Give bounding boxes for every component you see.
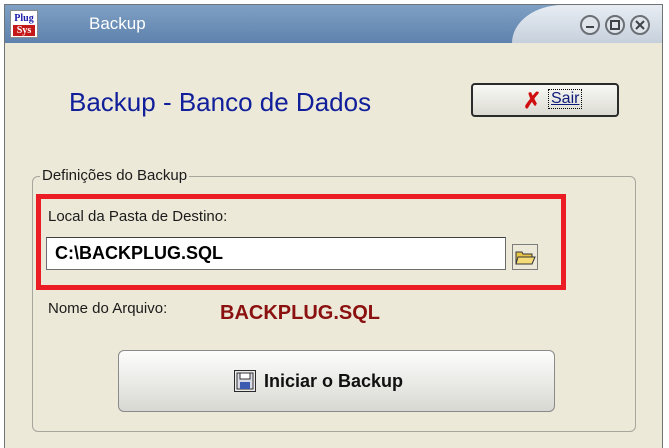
filename-value: BACKPLUG.SQL [220, 302, 380, 324]
close-icon[interactable] [630, 15, 650, 35]
filename-label: Nome do Arquivo: [48, 300, 168, 317]
maximize-icon[interactable] [605, 15, 625, 35]
destination-path-input[interactable] [46, 237, 506, 270]
title-bar[interactable]: Plug Sys Backup [5, 5, 662, 43]
destination-folder-label: Local da Pasta de Destino: [48, 208, 228, 225]
browse-folder-button[interactable] [512, 244, 538, 270]
start-backup-label: Iniciar o Backup [264, 371, 404, 391]
open-folder-icon [515, 251, 536, 265]
save-disk-icon [234, 370, 256, 392]
start-backup-button[interactable]: Iniciar o Backup [118, 350, 555, 412]
red-x-icon: ✗ [523, 88, 542, 113]
window-title: Backup [89, 14, 146, 33]
backup-settings-legend: Definições do Backup [40, 167, 190, 184]
app-logo-line2: Sys [13, 25, 35, 36]
page-title: Backup - Banco de Dados [69, 87, 372, 117]
minimize-icon[interactable] [580, 15, 600, 35]
app-logo-line1: Plug [14, 13, 34, 24]
app-logo-icon[interactable]: Plug Sys [10, 10, 38, 38]
exit-button-label: Sair [548, 89, 583, 109]
exit-button[interactable]: ✗ Sair [471, 83, 619, 117]
